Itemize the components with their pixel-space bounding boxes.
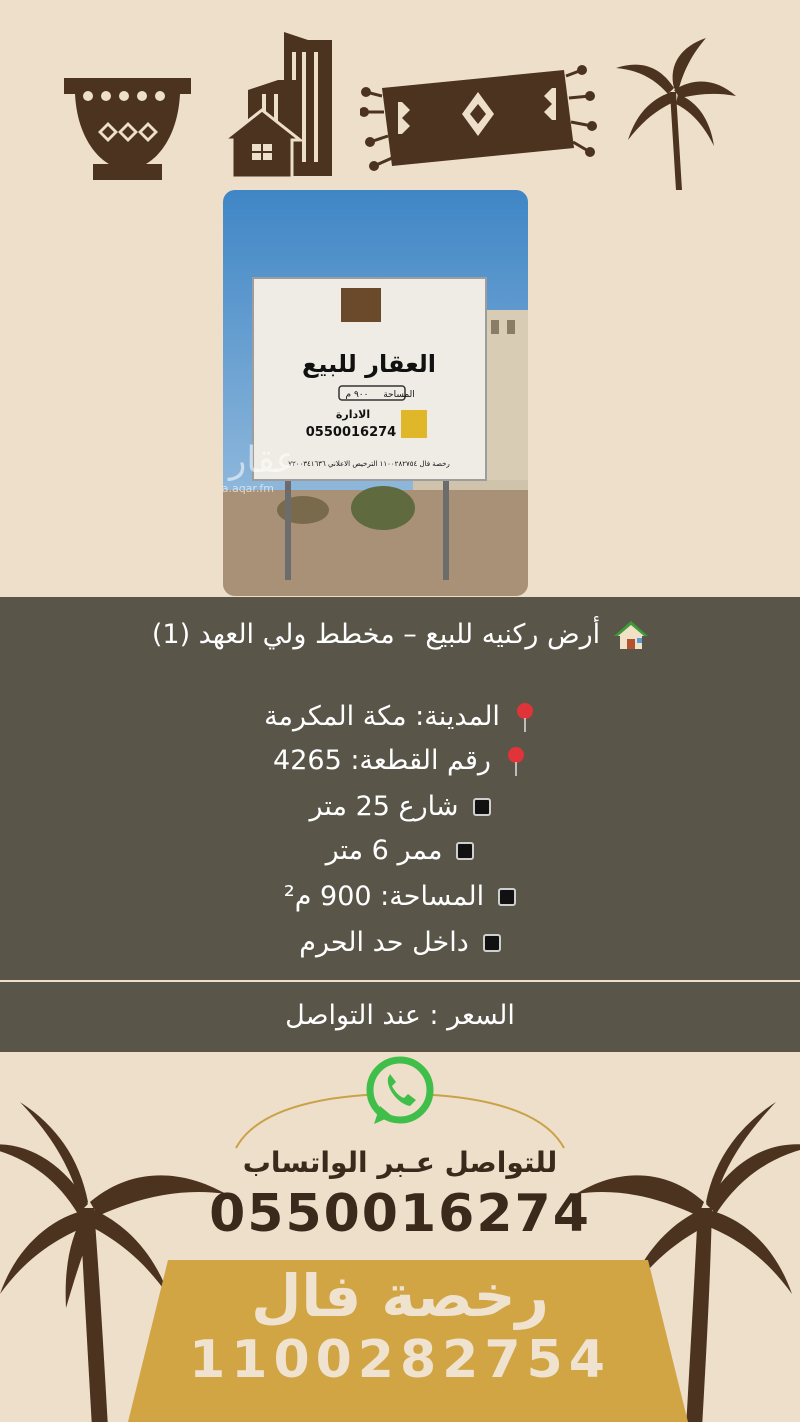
price-text: السعر : عند التواصل: [285, 1000, 515, 1031]
contact-label: للتواصل عـبر الواتساب: [242, 1146, 558, 1179]
listing-city: المدينة: مكة المكرمة: [264, 701, 500, 732]
bullet-square-icon: [456, 841, 475, 860]
sign-admin-label: الادارة: [336, 408, 370, 421]
license-label: رخصة فال: [251, 1262, 549, 1330]
license-number: 1100282754: [189, 1330, 611, 1390]
pin-icon: [507, 746, 524, 776]
contact-phone[interactable]: 0550016274: [0, 1184, 800, 1244]
rug-icon: [360, 65, 597, 171]
watermark: عقار: [227, 440, 297, 481]
listing-area: المساحة: 900 م²: [283, 881, 485, 912]
sign-footer: رخصة فال ١١٠٠٢٨٢٧٥٤ الترخيص الاعلاني ٧٢٠…: [288, 460, 450, 468]
pot-icon: [64, 78, 191, 180]
whatsapp-icon[interactable]: [362, 1054, 438, 1130]
listing-haram: داخل حد الحرم: [299, 927, 469, 958]
sign-area-value: ٩٠٠ م: [346, 390, 369, 400]
sign-area-label: المساحة: [383, 390, 415, 400]
buildings-icon: [222, 32, 332, 180]
pin-icon: [516, 702, 533, 732]
bullet-square-icon: [482, 933, 501, 952]
listing-title: أرض ركنيه للبيع – مخطط ولي العهد (1): [151, 619, 601, 650]
details-panel: أرض ركنيه للبيع – مخطط ولي العهد (1) الم…: [0, 597, 800, 980]
bullet-square-icon: [498, 887, 517, 906]
listing-street: شارع 25 متر: [309, 791, 459, 822]
price-panel: السعر : عند التواصل: [0, 982, 800, 1052]
listing-photo: العقار للبيع المساحة ٩٠٠ م الادارة 05500…: [223, 190, 528, 596]
listing-plot: رقم القطعة: 4265: [273, 745, 491, 776]
sign-phone: 0550016274: [306, 425, 396, 440]
house-icon: [614, 620, 649, 649]
watermark-site: sa.aqar.fm: [223, 482, 274, 495]
sign-title: العقار للبيع: [302, 350, 436, 378]
listing-passage: ممر 6 متر: [325, 835, 443, 866]
bullet-square-icon: [472, 797, 491, 816]
palm-tree-icon: [616, 38, 736, 190]
